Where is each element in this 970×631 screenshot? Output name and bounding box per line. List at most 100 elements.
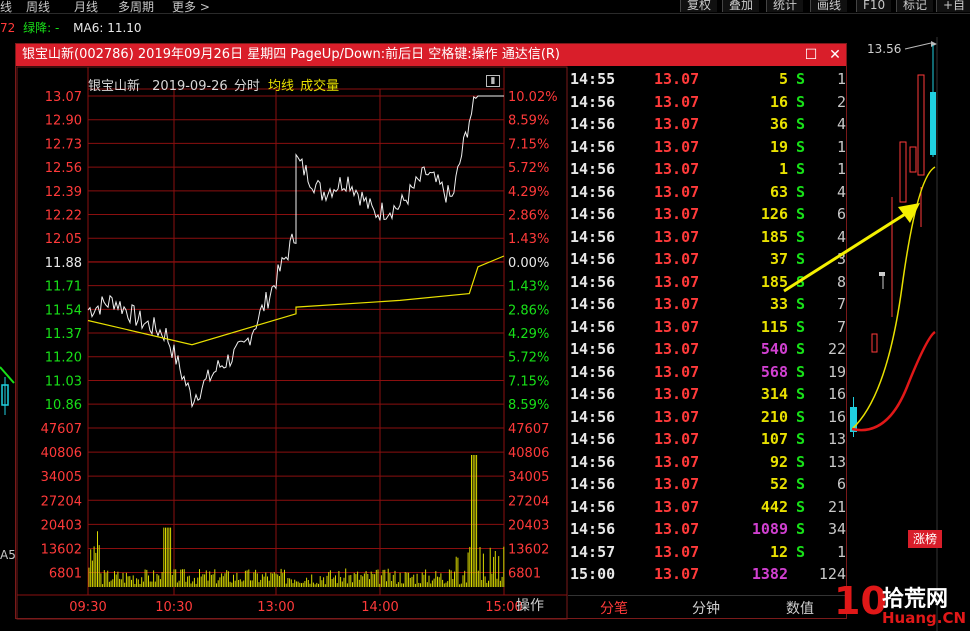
trade-list: 14:55 13.07 5 S 1 14:56 13.07 16 S 2 14:56 13.07 36 S… [568, 67, 848, 585]
toolbar-month-tab[interactable]: 月线 [74, 0, 98, 15]
trade-row[interactable]: 14:56 13.07 92 S 13 [568, 450, 848, 473]
trade-row[interactable]: 15:00 13.07 1382 124 [568, 562, 848, 585]
trade-side: S [796, 160, 806, 178]
trade-row[interactable]: 14:56 13.07 210 S 16 [568, 405, 848, 428]
toolbar-overlay-button[interactable]: 叠加 [722, 0, 760, 12]
trade-row[interactable]: 14:56 13.07 107 S 13 [568, 427, 848, 450]
annotation-arrow-head [898, 203, 920, 223]
trade-price: 13.07 [654, 362, 700, 381]
trade-row[interactable]: 14:55 13.07 5 S 1 [568, 67, 848, 90]
trade-row[interactable]: 14:56 13.07 314 S 16 [568, 382, 848, 405]
tab-values[interactable]: 数值 [786, 598, 814, 618]
pct-tick-label: 7.15% [508, 137, 549, 152]
trade-row[interactable]: 14:56 13.07 33 S 7 [568, 292, 848, 315]
chart-frame [16, 66, 568, 620]
background-kline-left [0, 366, 15, 415]
trade-time: 14:56 [570, 160, 616, 178]
price-tick-label: 11.71 [45, 280, 82, 295]
trade-time: 14:56 [570, 92, 616, 111]
watermark-domain: Huang.CN [882, 609, 967, 627]
pct-tick-label: 5.72% [508, 351, 549, 366]
chart-header: 银宝山新 2019-09-26 分时 均线 成交量 [88, 75, 339, 94]
restore-icon[interactable]: ☐ [800, 44, 822, 66]
price-tick-label: 12.90 [45, 114, 82, 129]
toolbar-day-tab[interactable]: 线 [0, 0, 12, 15]
price-tick-label: 13.07 [45, 90, 82, 105]
pct-tick-label: 5.72% [508, 161, 549, 176]
trade-time: 14:56 [570, 317, 616, 336]
trade-price: 13.07 [654, 70, 700, 88]
price-tick-label: 12.56 [45, 161, 82, 176]
trade-volume: 36 [769, 115, 788, 133]
trade-count: 13 [827, 452, 846, 471]
trade-volume: 1089 [751, 520, 788, 538]
left-indicator-label: A5 [0, 548, 16, 562]
rank-badge[interactable]: 涨榜 [908, 530, 942, 548]
candle-5 [909, 146, 917, 173]
trade-time: 14:56 [570, 182, 616, 201]
tab-minutes[interactable]: 分钟 [692, 598, 720, 618]
trade-time: 14:56 [570, 497, 616, 516]
trade-price: 13.07 [654, 317, 700, 336]
candle-2 [871, 333, 878, 353]
toolbar-stats-button[interactable]: 统计 [766, 0, 804, 12]
trade-side: S [796, 70, 806, 88]
toolbar-f10-button[interactable]: F10 [856, 0, 892, 12]
trade-side: S [796, 362, 806, 381]
trade-side: S [796, 92, 806, 111]
trade-row[interactable]: 14:56 13.07 442 S 21 [568, 495, 848, 518]
trade-side: S [796, 430, 806, 448]
trade-side: S [796, 385, 806, 403]
chart-date: 2019-09-26 [152, 79, 228, 94]
trade-count: 1 [836, 542, 846, 561]
trade-row[interactable]: 14:56 13.07 568 S 19 [568, 360, 848, 383]
trade-side: S [796, 340, 806, 358]
trade-time: 14:56 [570, 272, 616, 291]
trade-row[interactable]: 14:57 13.07 12 S 1 [568, 540, 848, 563]
trade-volume: 33 [769, 295, 788, 313]
trade-row[interactable]: 14:56 13.07 16 S 2 [568, 90, 848, 113]
toolbar-multiperiod-tab[interactable]: 多周期 [118, 0, 154, 15]
chart-avg-label: 均线 [268, 79, 295, 94]
price-tick-label: 11.88 [45, 256, 82, 271]
close-icon[interactable]: ✕ [824, 44, 846, 66]
trade-volume: 5 [778, 70, 788, 88]
tab-ticks[interactable]: 分笔 [600, 598, 628, 618]
operate-button[interactable]: 操作 [516, 595, 544, 615]
trade-price: 13.07 [654, 475, 700, 493]
chart-toggle-icon[interactable]: ▮ [486, 75, 500, 87]
trade-row[interactable]: 14:56 13.07 36 S 4 [568, 112, 848, 135]
ma-prefix: 72 [0, 21, 16, 35]
trade-count: 21 [827, 497, 846, 516]
trade-row[interactable]: 14:56 13.07 19 S 1 [568, 135, 848, 158]
price-tick-label: 11.37 [45, 327, 82, 342]
chart-stock-name: 银宝山新 [88, 79, 141, 94]
trade-side: S [796, 452, 806, 471]
trade-time: 14:56 [570, 430, 616, 448]
ma-info-row: 72 绿降: - MA6: 11.10 [0, 19, 142, 37]
time-tick-label: 14:00 [361, 600, 398, 615]
top-toolbar: 线 周线 月线 多周期 更多 > 复权 叠加 统计 画线 F10 标记 +自 [0, 0, 970, 14]
trade-side: S [796, 115, 806, 133]
trade-row[interactable]: 14:56 13.07 115 S 7 [568, 315, 848, 338]
trade-row[interactable]: 14:56 13.07 1089 S 34 [568, 517, 848, 540]
intraday-chart: 13.07 10.02% 12.90 8.59% 12.73 7.15% 12.56 5.72… [16, 66, 568, 620]
toolbar-draw-button[interactable]: 画线 [810, 0, 848, 12]
trade-price: 13.07 [654, 407, 700, 426]
trade-row[interactable]: 14:56 13.07 540 S 22 [568, 337, 848, 360]
trade-price: 13.07 [654, 92, 700, 111]
trade-volume: 16 [769, 92, 788, 111]
toolbar-more-tab[interactable]: 更多 > [172, 0, 210, 15]
trade-volume: 1 [778, 160, 788, 178]
pct-tick-label: 1.43% [508, 232, 549, 247]
toolbar-add-button[interactable]: +自 [936, 0, 970, 12]
toolbar-restore-rights-button[interactable]: 复权 [680, 0, 718, 12]
trade-row[interactable]: 14:56 13.07 52 S 6 [568, 472, 848, 495]
trade-row[interactable]: 14:56 13.07 1 S 1 [568, 157, 848, 180]
trade-tabs: 分笔 分钟 数值 [568, 595, 846, 619]
toolbar-mark-button[interactable]: 标记 [896, 0, 934, 12]
trade-count: 16 [827, 385, 846, 403]
toolbar-week-tab[interactable]: 周线 [26, 0, 50, 15]
trade-count: 1 [836, 137, 846, 156]
pct-tick-label: 1.43% [508, 280, 549, 295]
